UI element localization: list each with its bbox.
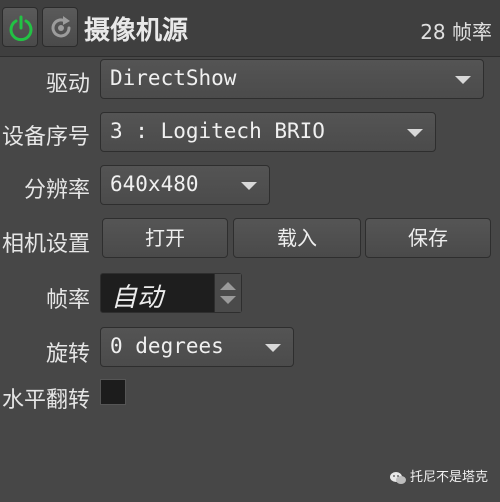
- camera-settings-label: 相机设置: [1, 232, 90, 257]
- chevron-down-icon: [265, 344, 281, 352]
- refresh-button[interactable]: [42, 7, 78, 47]
- camera-source-panel: 摄像机源 28 帧率 驱动 DirectShow 设备序号 3 : Logite…: [0, 0, 500, 502]
- device-select[interactable]: 3 : Logitech BRIO: [100, 112, 436, 152]
- resolution-label: 分辨率: [23, 178, 90, 203]
- watermark-text: 托尼不是塔克: [410, 470, 489, 485]
- device-label: 设备序号: [1, 125, 90, 150]
- driver-select[interactable]: DirectShow: [100, 59, 484, 99]
- chevron-down-icon[interactable]: [220, 296, 236, 304]
- panel-title: 摄像机源: [84, 16, 189, 46]
- save-button[interactable]: 保存: [365, 218, 491, 258]
- panel-header: 摄像机源 28 帧率: [0, 0, 500, 57]
- chevron-down-icon: [455, 76, 471, 84]
- driver-label: 驱动: [45, 72, 90, 97]
- framerate-value: 自动: [111, 283, 164, 313]
- chevron-up-icon[interactable]: [220, 282, 236, 290]
- resolution-value: 640x480: [110, 172, 199, 196]
- load-button[interactable]: 载入: [233, 218, 361, 258]
- device-value: 3 : Logitech BRIO: [110, 119, 325, 143]
- resolution-select[interactable]: 640x480: [100, 165, 270, 205]
- chevron-down-icon: [407, 129, 423, 137]
- open-button[interactable]: 打开: [102, 218, 228, 258]
- power-icon: [9, 15, 33, 42]
- power-button[interactable]: [2, 7, 38, 47]
- chevron-down-icon: [241, 182, 257, 190]
- wechat-icon: [390, 471, 406, 484]
- framerate-stepper[interactable]: [214, 274, 241, 312]
- framerate-spinbox[interactable]: 自动: [100, 273, 242, 313]
- watermark: 托尼不是塔克: [390, 466, 488, 485]
- driver-value: DirectShow: [110, 66, 237, 90]
- framerate-label: 帧率: [45, 288, 90, 313]
- flip-label: 水平翻转: [1, 388, 90, 413]
- fps-display: 28 帧率: [420, 20, 492, 44]
- rotation-select[interactable]: 0 degrees: [100, 327, 294, 367]
- rotation-value: 0 degrees: [110, 334, 224, 358]
- refresh-icon: [51, 16, 71, 38]
- rotation-label: 旋转: [45, 342, 90, 367]
- flip-checkbox[interactable]: [100, 379, 126, 405]
